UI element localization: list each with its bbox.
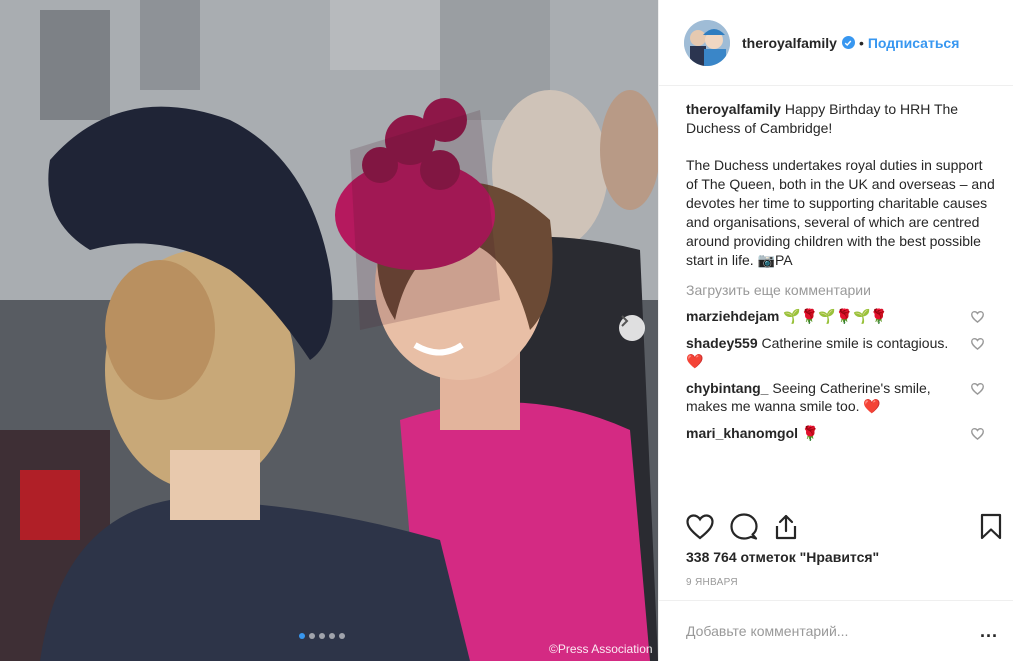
- load-more-comments-link[interactable]: Загрузить еще комментарии: [686, 282, 997, 298]
- post-header: theroyalfamily • Подписаться: [659, 0, 1013, 86]
- comment-item: mari_khanomgol 🌹: [686, 424, 997, 442]
- post-photo[interactable]: ©Press Association: [0, 0, 658, 661]
- comment-text: 🌹: [801, 425, 820, 441]
- carousel-indicator: [299, 633, 345, 639]
- bookmark-icon: [980, 513, 1002, 540]
- post-actions: [686, 513, 1002, 543]
- comment-username[interactable]: shadey559: [686, 335, 758, 351]
- comment-username[interactable]: chybintang_: [686, 380, 768, 396]
- carousel-dot: [319, 633, 325, 639]
- comment-item: shadey559 Catherine smile is contagious.…: [686, 334, 997, 370]
- avatar-image: [684, 19, 730, 66]
- more-options-button[interactable]: ...: [980, 621, 998, 642]
- save-button[interactable]: [980, 513, 1002, 543]
- verified-badge-icon: [841, 36, 855, 49]
- heart-icon: [686, 513, 714, 539]
- chevron-right-icon: [621, 315, 629, 327]
- carousel-dot: [309, 633, 315, 639]
- instagram-post-view: ©Press Association theroyalfamily • Подп…: [0, 0, 1013, 661]
- photo-illustration: [0, 0, 658, 661]
- caption-line-2: The Duchess undertakes royal duties in s…: [686, 157, 995, 268]
- comment-like-heart-icon[interactable]: [971, 309, 984, 327]
- comment-username[interactable]: marziehdejam: [686, 308, 779, 324]
- comment-like-heart-icon[interactable]: [971, 426, 984, 444]
- photo-watermark: ©Press Association: [549, 642, 653, 656]
- comment-like-heart-icon[interactable]: [971, 336, 984, 354]
- comment-like-heart-icon[interactable]: [971, 381, 984, 399]
- caption-username[interactable]: theroyalfamily: [686, 101, 781, 117]
- post-side-panel: theroyalfamily • Подписаться theroyalfam…: [658, 0, 1013, 661]
- like-button[interactable]: [686, 513, 714, 543]
- carousel-dot: [329, 633, 335, 639]
- follow-button[interactable]: Подписаться: [868, 35, 960, 51]
- next-photo-button[interactable]: [619, 315, 645, 341]
- carousel-dot: [339, 633, 345, 639]
- comment-list: marziehdejam 🌱🌹🌱🌹🌱🌹 shadey559 Catherine s…: [686, 307, 997, 442]
- share-icon: [775, 514, 797, 539]
- likes-count[interactable]: 338 764 отметок "Нравится": [686, 549, 879, 565]
- post-caption: theroyalfamily Happy Birthday to HRH The…: [686, 100, 997, 270]
- comment-item: chybintang_ Seeing Catherine's smile, ma…: [686, 379, 997, 415]
- add-comment-bar: ...: [659, 600, 1013, 661]
- comment-input[interactable]: [686, 623, 980, 639]
- comment-text: 🌱🌹🌱🌹🌱🌹: [783, 308, 888, 324]
- carousel-dot: [299, 633, 305, 639]
- comment-item: marziehdejam 🌱🌹🌱🌹🌱🌹: [686, 307, 997, 325]
- post-username[interactable]: theroyalfamily: [742, 35, 837, 51]
- comment-icon: [730, 513, 758, 540]
- comment-username[interactable]: mari_khanomgol: [686, 425, 798, 441]
- share-button[interactable]: [774, 514, 798, 543]
- post-date: 9 ЯНВАРЯ: [686, 577, 738, 588]
- avatar[interactable]: [684, 19, 730, 66]
- header-separator: •: [858, 34, 864, 51]
- comment-button[interactable]: [730, 513, 758, 543]
- comments-section: theroyalfamily Happy Birthday to HRH The…: [659, 86, 1013, 498]
